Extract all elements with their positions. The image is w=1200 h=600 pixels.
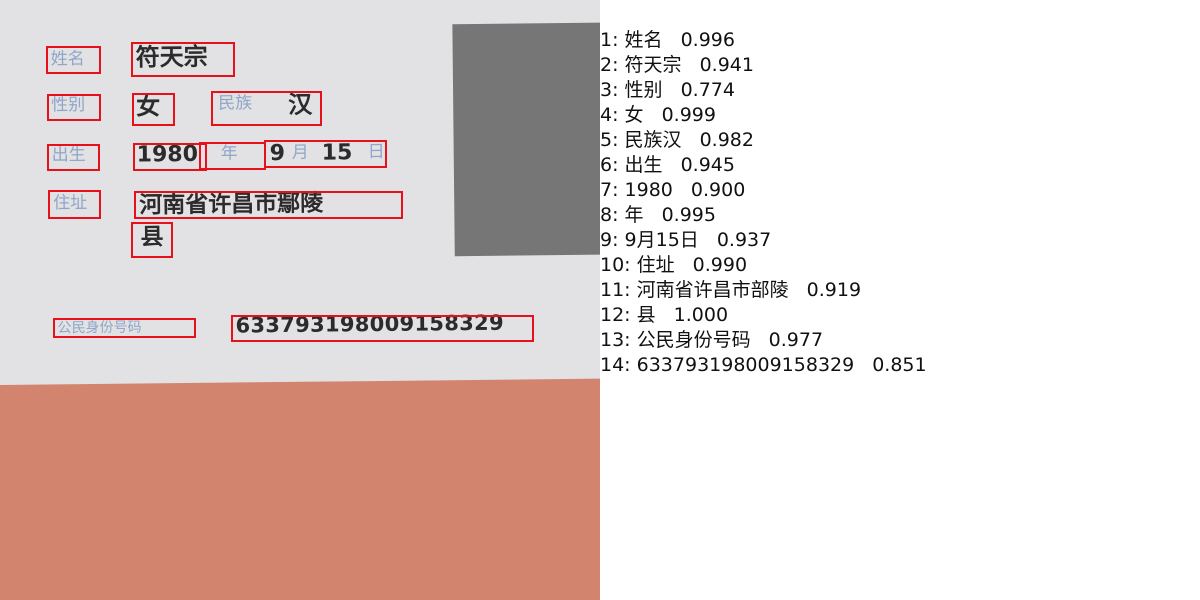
ocr-result-row: 12: 县 1.000 bbox=[600, 303, 1200, 328]
ocr-result-row: 14: 633793198009158329 0.851 bbox=[600, 353, 1200, 378]
result-score: 0.982 bbox=[699, 129, 754, 151]
detection-box-sex-value bbox=[132, 93, 175, 126]
result-score: 0.851 bbox=[872, 354, 927, 376]
ocr-result-row: 3: 性别 0.774 bbox=[600, 78, 1200, 103]
result-index: 13: bbox=[600, 329, 631, 351]
ocr-results-list: 1: 姓名 0.996 2: 符天宗 0.941 3: 性别 0.774 4: 女 0.999… bbox=[600, 28, 1200, 378]
result-index: 1: bbox=[600, 29, 619, 51]
result-text: 民族汉 bbox=[624, 129, 682, 151]
result-index: 5: bbox=[600, 129, 619, 151]
result-index: 7: bbox=[600, 179, 619, 201]
detection-box-address-line-1 bbox=[134, 191, 403, 219]
result-text: 性别 bbox=[624, 79, 663, 101]
result-index: 3: bbox=[600, 79, 619, 101]
id-photo-placeholder bbox=[452, 22, 600, 257]
result-score: 0.977 bbox=[768, 329, 824, 351]
detection-box-year-unit bbox=[199, 142, 266, 170]
result-index: 14: bbox=[600, 354, 631, 376]
result-text: 公民身份号码 bbox=[636, 329, 751, 351]
ocr-result-row: 11: 河南省许昌市部陵 0.919 bbox=[600, 278, 1200, 303]
result-score: 0.999 bbox=[661, 104, 716, 126]
result-text: 符天宗 bbox=[624, 54, 682, 76]
result-score: 1.000 bbox=[673, 304, 729, 326]
result-score: 0.941 bbox=[699, 54, 754, 76]
result-score: 0.919 bbox=[806, 279, 862, 301]
detection-box-address-label bbox=[48, 190, 101, 219]
detection-box-sex-label bbox=[47, 94, 101, 121]
result-index: 9: bbox=[600, 229, 619, 251]
result-index: 10: bbox=[600, 254, 631, 276]
detection-box-month-day bbox=[264, 140, 387, 168]
detection-box-id-label bbox=[53, 318, 196, 338]
ocr-result-row: 13: 公民身份号码 0.977 bbox=[600, 328, 1200, 353]
result-score: 0.900 bbox=[690, 179, 746, 201]
result-text: 河南省许昌市部陵 bbox=[636, 279, 789, 301]
result-text: 出生 bbox=[624, 154, 663, 176]
detection-box-name-value bbox=[131, 42, 235, 77]
result-score: 0.990 bbox=[692, 254, 748, 276]
ocr-image-panel: 姓名 符天宗 性别 女 民族 汉 出生 1980 年 9 月 15 日 住址 河… bbox=[0, 0, 600, 600]
result-text: 住址 bbox=[636, 254, 675, 276]
detection-box-address-line-2 bbox=[131, 222, 173, 258]
result-text: 姓名 bbox=[624, 29, 663, 51]
result-score: 0.995 bbox=[661, 204, 716, 226]
detection-box-id-value bbox=[231, 315, 534, 342]
result-score: 0.937 bbox=[716, 229, 772, 251]
result-index: 4: bbox=[600, 104, 619, 126]
result-index: 6: bbox=[600, 154, 619, 176]
detection-box-birth-label bbox=[47, 144, 100, 171]
detection-box-birth-year bbox=[133, 143, 207, 171]
ocr-result-row: 1: 姓名 0.996 bbox=[600, 28, 1200, 53]
result-text: 女 bbox=[624, 104, 644, 126]
result-text: 1980 bbox=[624, 179, 673, 201]
result-index: 8: bbox=[600, 204, 619, 226]
result-index: 2: bbox=[600, 54, 619, 76]
result-text: 年 bbox=[624, 204, 644, 226]
result-score: 0.774 bbox=[680, 79, 735, 101]
ocr-result-row: 5: 民族汉 0.982 bbox=[600, 128, 1200, 153]
result-score: 0.945 bbox=[680, 154, 735, 176]
ocr-result-row: 6: 出生 0.945 bbox=[600, 153, 1200, 178]
detection-box-name-label bbox=[46, 46, 101, 74]
ocr-result-row: 4: 女 0.999 bbox=[600, 103, 1200, 128]
ocr-result-row: 8: 年 0.995 bbox=[600, 203, 1200, 228]
ocr-result-row: 9: 9月15日 0.937 bbox=[600, 228, 1200, 253]
result-index: 12: bbox=[600, 304, 631, 326]
ocr-result-row: 2: 符天宗 0.941 bbox=[600, 53, 1200, 78]
ocr-result-row: 7: 1980 0.900 bbox=[600, 178, 1200, 203]
result-score: 0.996 bbox=[680, 29, 735, 51]
result-text: 9月15日 bbox=[624, 229, 699, 251]
result-text: 633793198009158329 bbox=[636, 354, 855, 376]
detection-box-ethnicity bbox=[211, 91, 322, 126]
ocr-result-row: 10: 住址 0.990 bbox=[600, 253, 1200, 278]
result-index: 11: bbox=[600, 279, 631, 301]
result-text: 县 bbox=[636, 304, 656, 326]
